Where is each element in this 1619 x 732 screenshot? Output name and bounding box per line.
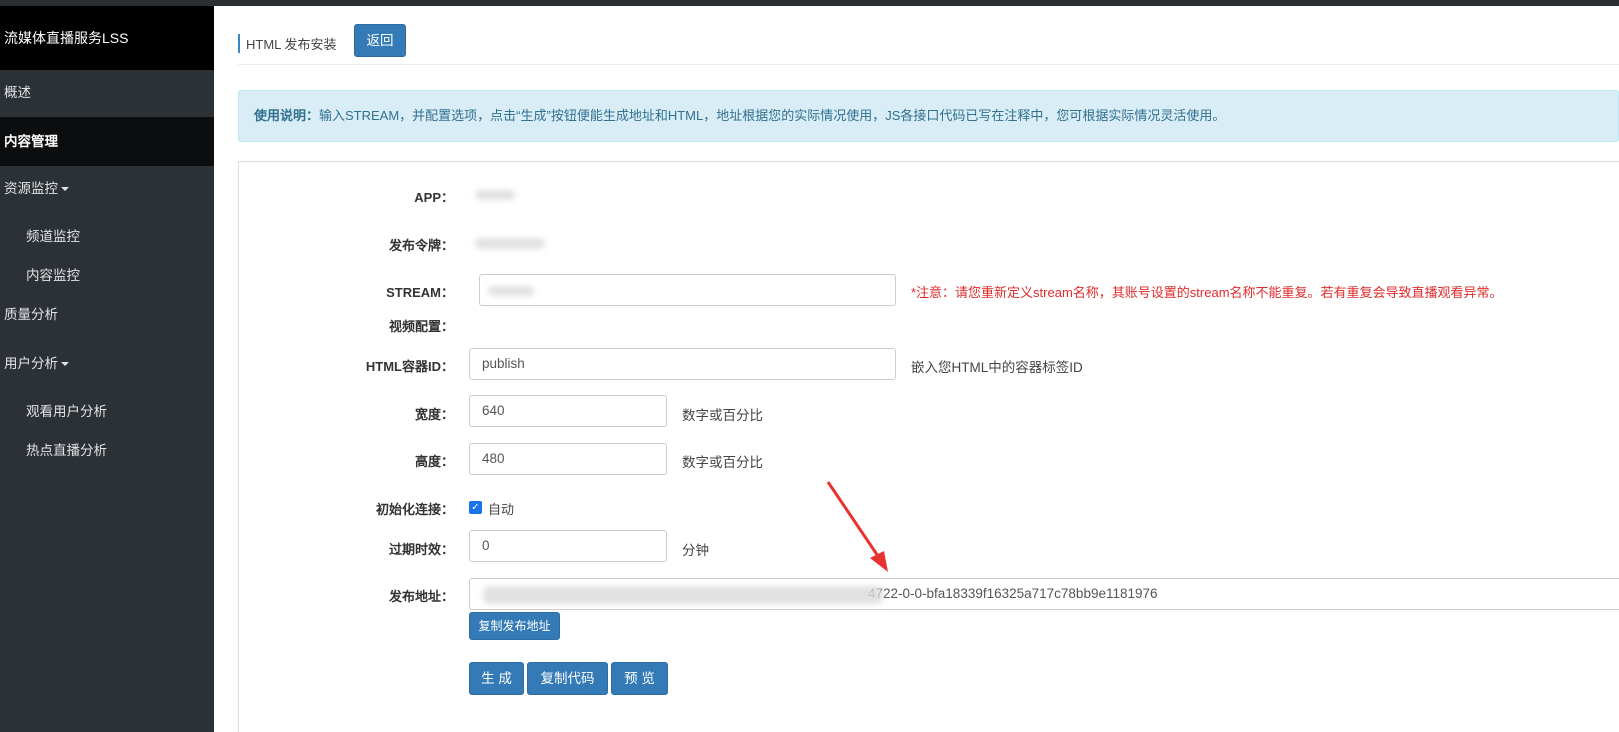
width-label: 宽度： — [414, 407, 454, 422]
publish-address-value: 4722-0-0-bfa18339f16325a717c78bb9e118197… — [868, 586, 1158, 601]
stream-label: STREAM： — [386, 285, 454, 300]
caret-down-icon — [61, 362, 69, 367]
container-id-hint: 嵌入您HTML中的容器标签ID — [911, 360, 1083, 375]
publish-address-redacted — [483, 586, 883, 604]
expire-input[interactable]: 0 — [469, 530, 667, 562]
page-header: HTML 发布安装 返回 — [238, 24, 1619, 65]
publish-address-label: 发布地址： — [388, 589, 454, 604]
main-content: HTML 发布安装 返回 使用说明：输入STREAM，并配置选项，点击“生成”按… — [214, 6, 1619, 732]
init-connection-label: 初始化连接： — [375, 502, 454, 517]
video-config-label: 视频配置： — [388, 319, 454, 334]
back-button[interactable]: 返回 — [354, 24, 406, 57]
usage-info-text: 输入STREAM，并配置选项，点击“生成”按钮便能生成地址和HTML，地址根据您… — [319, 108, 1226, 123]
token-label: 发布令牌： — [388, 238, 454, 253]
sidebar-item-resource-monitoring[interactable]: 资源监控 — [0, 176, 214, 202]
preview-button[interactable]: 预 览 — [611, 662, 668, 695]
height-label: 高度： — [414, 454, 454, 469]
copy-code-button[interactable]: 复制代码 — [527, 662, 608, 695]
sidebar: 流媒体直播服务LSS 概述 内容管理 资源监控 频道监控 内容监控 质量分析 用… — [0, 6, 214, 732]
stream-input[interactable] — [479, 274, 896, 306]
sidebar-item-channel-monitoring[interactable]: 频道监控 — [26, 225, 80, 245]
width-hint: 数字或百分比 — [682, 408, 763, 423]
height-hint: 数字或百分比 — [682, 455, 763, 470]
app-title: 流媒体直播服务LSS — [0, 6, 214, 70]
sidebar-item-quality-analysis[interactable]: 质量分析 — [0, 302, 214, 328]
page-title: HTML 发布安装 — [238, 34, 337, 53]
token-value-redacted — [475, 238, 545, 249]
sidebar-item-hot-live-analysis[interactable]: 热点直播分析 — [26, 439, 107, 459]
sidebar-item-user-analysis[interactable]: 用户分析 — [0, 351, 214, 377]
auto-connect-option: 自动 — [488, 502, 515, 517]
app-label: APP： — [414, 190, 454, 205]
usage-info-title: 使用说明： — [254, 108, 320, 123]
sidebar-item-overview[interactable]: 概述 — [0, 80, 214, 106]
publish-form-panel: APP： 发布令牌： STREAM： *注意：请您重新定义stream名称，其账… — [238, 161, 1619, 732]
app-value-redacted — [475, 190, 515, 200]
height-input[interactable]: 480 — [469, 443, 667, 475]
caret-down-icon — [61, 187, 69, 192]
auto-connect-checkbox[interactable]: ✓ — [469, 501, 482, 514]
sidebar-item-label: 用户分析 — [4, 356, 58, 371]
stream-warning: *注意：请您重新定义stream名称，其账号设置的stream名称不能重复。若有… — [911, 285, 1503, 300]
expire-label: 过期时效： — [388, 542, 454, 557]
generate-button[interactable]: 生 成 — [469, 662, 524, 695]
container-id-input[interactable]: publish — [469, 348, 896, 380]
copy-publish-address-button[interactable]: 复制发布地址 — [469, 612, 560, 640]
expire-hint: 分钟 — [682, 543, 709, 558]
sidebar-item-viewer-analysis[interactable]: 观看用户分析 — [26, 400, 107, 420]
stream-value-redacted — [488, 286, 534, 296]
sidebar-item-content-management[interactable]: 内容管理 — [0, 117, 214, 166]
sidebar-item-label: 资源监控 — [4, 181, 58, 196]
usage-info-alert: 使用说明：输入STREAM，并配置选项，点击“生成”按钮便能生成地址和HTML，… — [238, 90, 1619, 142]
container-id-label: HTML容器ID： — [365, 359, 454, 374]
width-input[interactable]: 640 — [469, 395, 667, 427]
sidebar-item-content-monitoring[interactable]: 内容监控 — [26, 264, 80, 284]
